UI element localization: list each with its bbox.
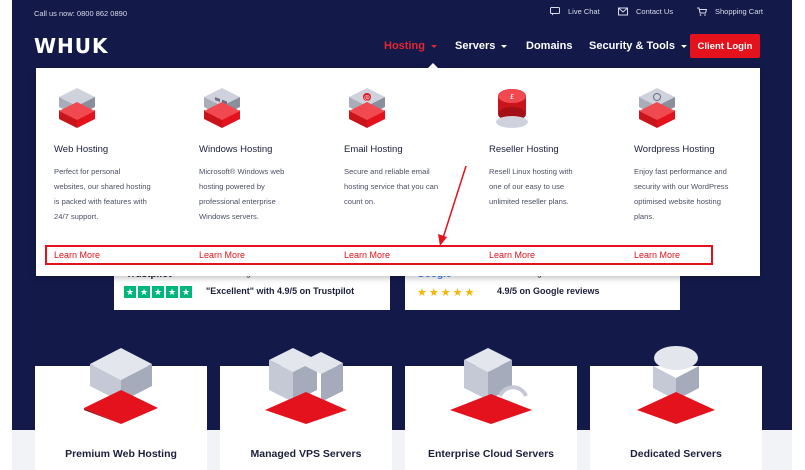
wordpress-hosting-desc: Enjoy fast performance and security with… — [634, 167, 729, 221]
star-icon: ★ — [440, 287, 451, 299]
windows-server-icon — [204, 88, 240, 128]
cart-icon — [697, 7, 707, 16]
windows-hosting-desc: Microsoft® Windows web hosting powered b… — [199, 167, 285, 221]
nav-security-tools[interactable]: Security & Tools — [589, 40, 687, 52]
web-hosting-desc: Perfect for personal websites, our share… — [54, 167, 151, 221]
nav-hosting-label: Hosting — [384, 40, 425, 52]
reseller-hosting-title: Reseller Hosting — [489, 144, 559, 155]
email-server-icon: @ — [349, 88, 385, 128]
star-icon: ★ — [417, 287, 427, 299]
trustpilot-stars: ★ ★ ★ ★ ★ — [124, 286, 192, 298]
premium-web-hosting-label: Premium Web Hosting — [65, 448, 177, 460]
utility-bar: Call us now: 0800 862 0890 Live Chat Con… — [12, 0, 792, 26]
dedicated-server-icon — [637, 346, 715, 424]
live-chat-label: Live Chat — [568, 7, 600, 16]
svg-text:£: £ — [510, 93, 514, 101]
chevron-down-icon — [430, 44, 437, 48]
shopping-cart-label: Shopping Cart — [715, 7, 763, 16]
star-icon: ★ — [464, 287, 475, 299]
card-dedicated-servers[interactable]: Dedicated Servers — [590, 346, 762, 470]
reseller-hosting-desc: Resell Linux hosting with one of our eas… — [489, 167, 573, 206]
envelope-icon — [618, 7, 628, 16]
contact-us-label: Contact Us — [636, 7, 674, 16]
nav-security-tools-label: Security & Tools — [589, 40, 675, 52]
cloud-server-icon — [450, 348, 532, 424]
managed-vps-servers-label: Managed VPS Servers — [250, 448, 362, 460]
wordpress-server-icon — [639, 88, 675, 128]
reseller-server-icon: £ — [496, 89, 528, 128]
google-score-text: 4.9/5 on Google reviews — [497, 286, 600, 296]
enterprise-cloud-servers-label: Enterprise Cloud Servers — [427, 448, 555, 460]
learn-more-highlight-box — [45, 245, 713, 265]
star-icon: ★ — [152, 286, 164, 298]
whuk-logo[interactable]: WHUK — [34, 34, 109, 58]
shopping-cart-link[interactable]: Shopping Cart — [697, 7, 763, 16]
client-login-button[interactable]: Client Login — [690, 34, 760, 58]
call-us-text: Call us now: 0800 862 0890 — [34, 9, 127, 18]
vps-server-icon — [265, 348, 347, 424]
nav-hosting[interactable]: Hosting — [384, 40, 437, 52]
chevron-down-icon — [680, 44, 687, 48]
nav-servers[interactable]: Servers — [455, 40, 508, 52]
chevron-down-icon — [501, 44, 508, 48]
wordpress-hosting-title: Wordpress Hosting — [634, 144, 715, 155]
star-icon: ★ — [428, 287, 439, 299]
nav-servers-label: Servers — [455, 40, 496, 52]
live-chat-link[interactable]: Live Chat — [550, 7, 600, 16]
windows-hosting-title: Windows Hosting — [199, 144, 273, 155]
card-managed-vps-servers[interactable]: Managed VPS Servers — [220, 348, 392, 470]
chat-bubble-icon — [550, 7, 560, 16]
star-icon: ★ — [166, 286, 178, 298]
google-stars: ★ ★ ★ ★ ★ — [417, 286, 474, 299]
contact-us-link[interactable]: Contact Us — [618, 7, 673, 16]
nav-domains[interactable]: Domains — [526, 40, 572, 52]
email-hosting-title: Email Hosting — [344, 144, 403, 155]
web-hosting-server-icon — [59, 88, 95, 128]
premium-hosting-server-icon — [84, 348, 158, 424]
web-hosting-title: Web Hosting — [54, 144, 109, 155]
star-icon: ★ — [138, 286, 150, 298]
star-icon: ★ — [452, 287, 463, 299]
nav-domains-label: Domains — [526, 40, 573, 52]
card-premium-web-hosting[interactable]: Premium Web Hosting — [35, 348, 207, 470]
trustpilot-score-text: "Excellent" with 4.9/5 on Trustpilot — [206, 286, 355, 296]
star-icon: ★ — [180, 286, 192, 298]
dedicated-servers-label: Dedicated Servers — [630, 448, 722, 460]
email-hosting-desc: Secure and reliable email hosting servic… — [344, 167, 439, 206]
card-enterprise-cloud-servers[interactable]: Enterprise Cloud Servers — [405, 348, 577, 470]
star-icon: ★ — [124, 286, 136, 298]
svg-text:@: @ — [364, 95, 370, 102]
